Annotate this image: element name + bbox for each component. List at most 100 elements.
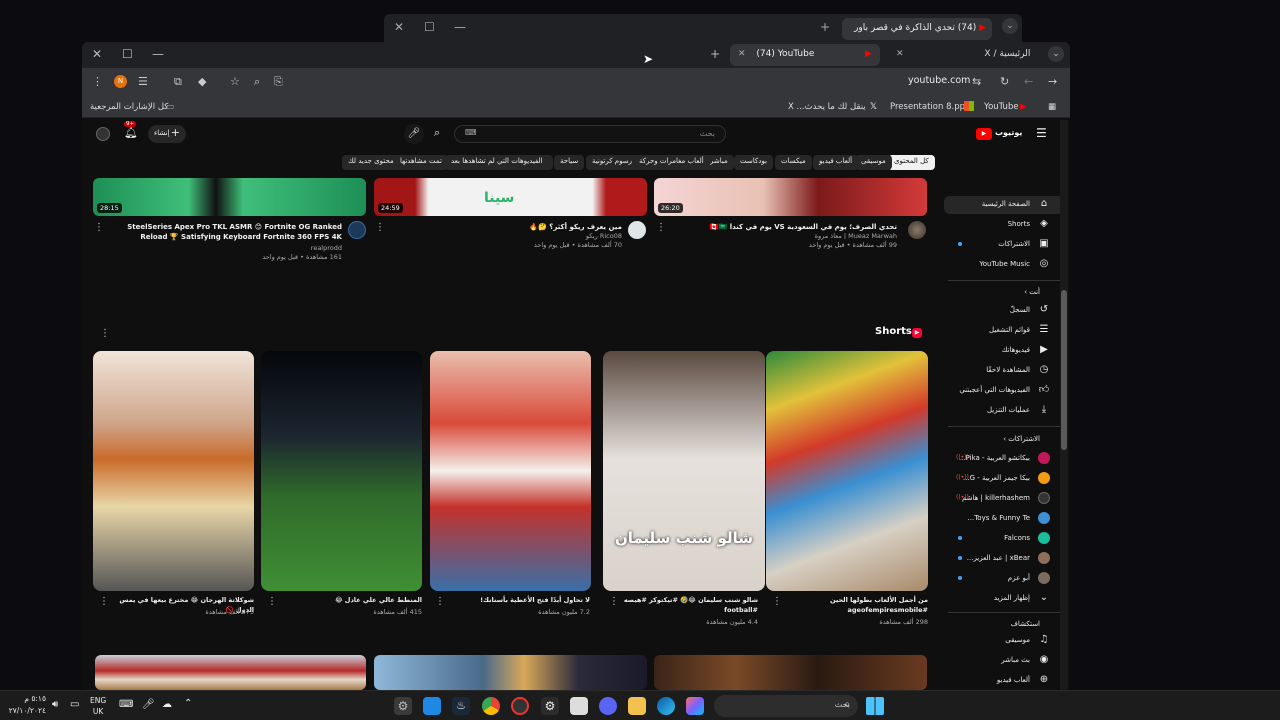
new-tab-icon[interactable]: + — [710, 47, 720, 61]
video-thumbnail[interactable] — [95, 655, 366, 690]
new-tab-icon[interactable]: + — [820, 20, 830, 34]
reading-list-icon[interactable]: ☰ — [138, 75, 148, 88]
bookmark-x[interactable]: X ...ينقل لك ما يحدث — [788, 102, 866, 112]
sidebar-sub-channel[interactable]: killerhashem | هاشم ((•)) — [944, 490, 1064, 508]
channel-avatar[interactable] — [628, 221, 646, 239]
install-icon[interactable]: ⎘ — [274, 75, 283, 89]
close-icon[interactable]: ✕ — [92, 47, 102, 61]
sidebar-item-your-videos[interactable]: ▶ فيديوهاتك — [944, 342, 1064, 360]
more-options-icon[interactable]: ⋮ — [94, 222, 104, 233]
photos-icon[interactable] — [423, 697, 441, 715]
short-title[interactable]: المنطط عالي علي عادل 😂 — [276, 595, 422, 605]
video-title[interactable]: مين يعرف ريكو أكثر؟ 🤔🔥 — [412, 222, 622, 232]
sidebar-item-subscriptions[interactable]: ▣ الاشتراكات — [944, 236, 1064, 254]
sidebar-item-liked-videos[interactable]: 👍︎ الفيديوهات التي أعجبتني — [944, 382, 1064, 400]
sidebar-sub-channel[interactable]: بيكا جيمز العربية - G... ((•)) — [944, 470, 1064, 488]
profile-avatar[interactable]: N — [114, 75, 127, 88]
video-thumbnail[interactable]: 26:20 — [654, 178, 927, 216]
forward-icon[interactable]: ← — [1024, 75, 1033, 88]
sidebar-sub-channel[interactable]: Falcons — [944, 530, 1064, 548]
sidebar-item-playlists[interactable]: ☰ قوائم التشغيل — [944, 322, 1064, 340]
more-options-icon[interactable]: ⋮ — [99, 596, 109, 607]
sidebar-sub-channel[interactable]: xBear | عبد العزيز... — [944, 550, 1064, 568]
onedrive-icon[interactable]: ☁ — [162, 699, 172, 710]
chip-tourism[interactable]: سياحة — [554, 155, 585, 170]
network-icon[interactable]: ▭ — [70, 699, 79, 710]
gear-app-icon[interactable]: ⚙ — [541, 697, 559, 715]
search-input[interactable]: بحث ⌨ — [454, 125, 726, 143]
sidebar-item-history[interactable]: ↺ السجلّ — [944, 302, 1064, 320]
bookmark-star-icon[interactable]: ☆ — [230, 75, 240, 88]
short-thumbnail[interactable] — [93, 351, 254, 591]
scrollbar-thumb[interactable] — [1061, 290, 1067, 450]
file-explorer-icon[interactable] — [628, 697, 646, 715]
search-icon[interactable]: ⌕ — [434, 126, 440, 140]
clock[interactable]: ٥:١٥ م ٢٧/١٠/٢٠٢٤ — [4, 693, 46, 717]
menu-dots-icon[interactable]: ⋮ — [92, 75, 103, 88]
calculator-icon[interactable] — [570, 697, 588, 715]
sidebar-item-live[interactable]: ◉ بث مباشر — [944, 652, 1064, 670]
language-indicator[interactable]: ENG UK — [90, 695, 106, 717]
obs-icon[interactable] — [511, 697, 529, 715]
short-thumbnail[interactable] — [430, 351, 591, 591]
sidebar-sub-channel[interactable]: أبو عزم — [944, 570, 1064, 588]
extension-diamond-icon[interactable]: ◆ — [198, 75, 206, 88]
create-button[interactable]: إنشاء + — [148, 125, 186, 143]
video-channel[interactable]: Rico08 ريكو — [412, 232, 622, 241]
sidebar-item-home[interactable]: ⌂ الصفحة الرئيسية — [944, 196, 1064, 214]
more-options-icon[interactable]: ⋮ — [772, 596, 782, 607]
sidebar-sub-channel[interactable]: Toys & Funny Te... — [944, 510, 1064, 528]
chip-gaming[interactable]: ألعاب فيديو — [813, 155, 859, 170]
back-icon[interactable]: → — [1048, 75, 1057, 88]
video-title[interactable]: تحدي الصرف؛ يوم في السعودية VS يوم في كن… — [682, 222, 897, 232]
volume-icon[interactable]: 🔊︎ — [52, 699, 58, 710]
account-avatar[interactable] — [96, 127, 110, 141]
short-title[interactable]: من أجمل الألعاب بطولها الحين #ageofempir… — [782, 595, 928, 615]
sidebar-section-you[interactable]: أنت › — [1024, 288, 1040, 296]
bookmark-youtube[interactable]: YouTube — [984, 102, 1019, 112]
tab-list-icon[interactable]: ⌄ — [1002, 18, 1018, 34]
close-tab-icon[interactable]: ✕ — [896, 49, 904, 59]
youtube-logo[interactable]: ▶ ﻳﻮﺗﻴﻮﺏ — [976, 127, 1022, 141]
minimize-icon[interactable]: — — [454, 20, 466, 34]
short-title[interactable]: لا تحاول أبدًا فتح الأغطية بأسنانك! — [444, 595, 590, 605]
short-title[interactable]: شالو شنب سليمان 😂🤣 #تيكتوكر #هيصه #footb… — [618, 595, 758, 615]
site-settings-icon[interactable]: ⇆ — [972, 75, 981, 88]
steam-icon[interactable]: ♨ — [452, 697, 470, 715]
maximize-icon[interactable]: ☐ — [424, 20, 435, 34]
chip-music[interactable]: موسيقى — [855, 155, 892, 170]
chip-all[interactable]: كل المحتوى — [888, 155, 935, 170]
chip-cartoons[interactable]: رسوم كرتونية — [586, 155, 638, 170]
background-tab[interactable]: ▶ (74) تحدي الذاكرة في قصر باور — [842, 18, 992, 40]
discord-icon[interactable] — [599, 697, 617, 715]
chevron-up-icon[interactable]: ⌃ — [184, 698, 192, 709]
keyboard-icon[interactable]: ⌨ — [465, 128, 477, 137]
more-options-icon[interactable]: ⋮ — [267, 596, 277, 607]
bookmark-all[interactable]: كل الإشارات المرجعية — [90, 102, 168, 112]
sidebar-item-shorts[interactable]: ◈ Shorts — [944, 216, 1064, 234]
short-thumbnail[interactable]: شالو شنب سليمان — [603, 351, 765, 591]
url-text[interactable]: youtube.com — [908, 75, 970, 86]
close-icon[interactable]: ✕ — [394, 20, 404, 34]
video-thumbnail[interactable]: 28:15 — [93, 178, 366, 216]
notifications-bell-icon[interactable]: 🔔︎ — [124, 126, 138, 139]
settings-icon[interactable]: ⚙ — [394, 697, 412, 715]
chip-action-adventure[interactable]: ألعاب مغامرات وحركة — [633, 155, 710, 170]
edge-icon[interactable] — [657, 697, 675, 715]
bookmark-presentation[interactable]: Presentation 8.pptx — [890, 102, 973, 112]
sidebar-item-gaming[interactable]: ⊕ ألعاب فيديو — [944, 672, 1064, 690]
keyboard-icon[interactable]: ⌨ — [119, 699, 133, 710]
video-thumbnail[interactable] — [654, 655, 927, 690]
sidebar-sub-channel[interactable]: بيكاتشو العربية - Pika... ((•)) — [944, 450, 1064, 468]
more-options-icon[interactable]: ⋮ — [435, 596, 445, 607]
channel-avatar[interactable] — [348, 221, 366, 239]
chip-mixes[interactable]: ميكسات — [775, 155, 812, 170]
video-thumbnail[interactable]: 24:59 ﺳﻴﻨﺎ — [374, 178, 647, 216]
sidebar-show-more[interactable]: ⌄ إظهار المزيد — [944, 590, 1064, 608]
video-thumbnail[interactable] — [374, 655, 647, 690]
tab-list-icon[interactable]: ⌄ — [1048, 46, 1064, 62]
channel-avatar[interactable] — [908, 221, 926, 239]
short-thumbnail[interactable] — [261, 351, 422, 591]
sidebar-item-downloads[interactable]: ⤓ عمليات التنزيل — [944, 402, 1064, 420]
apps-grid-icon[interactable]: ▦ — [1048, 102, 1056, 112]
